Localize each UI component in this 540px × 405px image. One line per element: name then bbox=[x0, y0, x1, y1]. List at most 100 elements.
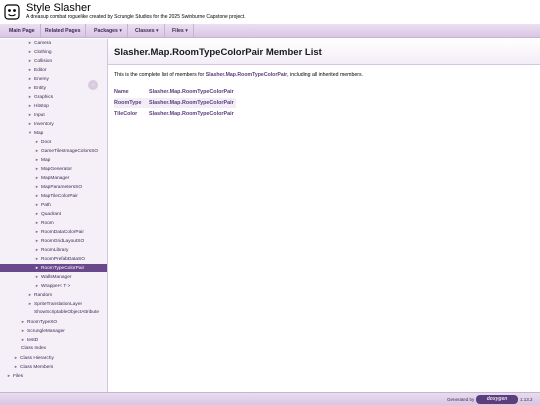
tree-item-label: RoomTypeColorPair bbox=[41, 266, 85, 271]
tree-item-clothing[interactable]: ► Clothing bbox=[0, 48, 107, 56]
tree-item-label: Entity bbox=[34, 86, 46, 91]
member-name-link[interactable]: RoomType bbox=[114, 98, 147, 108]
tree-item-class-index[interactable]: Class Index bbox=[0, 345, 107, 353]
tree-item-label: Class Hierarchy bbox=[20, 356, 54, 361]
tree-item-label: Input bbox=[34, 113, 45, 118]
tree-item-room[interactable]: ► Room bbox=[0, 219, 107, 227]
tree-item-label: Collision bbox=[34, 59, 53, 64]
tree-item-collision[interactable]: ► Collision bbox=[0, 57, 107, 65]
tree-item-graphics[interactable]: ► Graphics bbox=[0, 93, 107, 101]
main-nav: Main Page Related Pages Packages ▾ Class… bbox=[0, 24, 540, 38]
tree-item-label: Room bbox=[41, 221, 54, 226]
tree-item-label: Graphics bbox=[34, 95, 54, 100]
tree-item-label: Inventory bbox=[34, 122, 54, 127]
tree-item-inventory[interactable]: ► Inventory bbox=[0, 120, 107, 128]
nav-files[interactable]: Files ▾ bbox=[167, 24, 194, 38]
tree-item-game-tiles-image-colors-so[interactable]: ► GameTilesImageColorsSO bbox=[0, 147, 107, 155]
footer-generated-by: Generated by bbox=[447, 397, 475, 402]
tree-item-sprite-translation-layer[interactable]: ► SpriteTranslationLayer bbox=[0, 300, 107, 308]
tree-item-scrungle-manager[interactable]: ► ScrungleManager bbox=[0, 327, 107, 335]
tree-item-hitstop[interactable]: ► Hitstop bbox=[0, 102, 107, 110]
tree-item-map-generator[interactable]: ► MapGenerator bbox=[0, 165, 107, 173]
tree-item-wrapper[interactable]: ► Wrapper< T > bbox=[0, 282, 107, 290]
doxygen-page: Style Slasher A dreasup combat roguelike… bbox=[0, 0, 540, 405]
tree-item-label: Files bbox=[13, 374, 24, 379]
intro-suffix: , including all inherited members. bbox=[287, 72, 364, 78]
tree-item-label: Quadrant bbox=[41, 212, 62, 217]
intro-text: This is the complete list of members for… bbox=[114, 72, 363, 78]
member-class-link[interactable]: Slasher.Map.RoomTypeColorPair bbox=[147, 109, 236, 119]
member-class-link[interactable]: Slasher.Map.RoomTypeColorPair bbox=[147, 87, 236, 97]
footer-version: 1.13.2 bbox=[520, 397, 533, 402]
tree-item-files[interactable]: ► Files bbox=[0, 372, 107, 380]
member-name-link[interactable]: TileColor bbox=[114, 109, 147, 119]
tree-item-label: testD bbox=[27, 338, 39, 343]
nav-packages[interactable]: Packages ▾ bbox=[89, 24, 128, 38]
member-row: TileColor Slasher.Map.RoomTypeColorPair bbox=[114, 109, 236, 119]
title-area: Style Slasher A dreasup combat roguelike… bbox=[0, 0, 540, 24]
tree-item-room-type-so[interactable]: ► RoomTypeSO bbox=[0, 318, 107, 326]
tree-item-door[interactable]: ► Door bbox=[0, 138, 107, 146]
tree-item-room-prefab-data-so[interactable]: ► RoomPrefabDataSO bbox=[0, 255, 107, 263]
tree-item-label: Clothing bbox=[34, 50, 52, 55]
member-class-link[interactable]: Slasher.Map.RoomTypeColorPair bbox=[147, 98, 236, 108]
tree-item-map-parameters-so[interactable]: ► MapParametersSO bbox=[0, 183, 107, 191]
tree-item-class-members[interactable]: ► Class Members bbox=[0, 363, 107, 371]
tree-item-label: Door bbox=[41, 140, 52, 145]
tree-item-label: Wrapper< T > bbox=[41, 284, 71, 289]
member-row: Name Slasher.Map.RoomTypeColorPair bbox=[114, 87, 236, 97]
sync-toggle-icon[interactable]: ⇔ bbox=[88, 80, 98, 90]
tree-item-room-library[interactable]: ► RoomLibrary bbox=[0, 246, 107, 254]
intro-prefix: This is the complete list of members for bbox=[114, 72, 206, 78]
tree-item-camera[interactable]: ► Camera bbox=[0, 39, 107, 47]
tree-item-label: Editor bbox=[34, 68, 47, 73]
tree-item-label: MapGenerator bbox=[41, 167, 72, 172]
intro-class-link[interactable]: Slasher.Map.RoomTypeColorPair bbox=[206, 72, 287, 78]
tree-item-label: Random bbox=[34, 293, 53, 298]
tree-item-label: RoomPrefabDataSO bbox=[41, 257, 85, 262]
member-row: RoomType Slasher.Map.RoomTypeColorPair bbox=[114, 98, 236, 108]
tree-item-path[interactable]: ► Path bbox=[0, 201, 107, 209]
tree-item-map-folder[interactable]: ▼ Map bbox=[0, 129, 107, 137]
page-title: Slasher.Map.RoomTypeColorPair Member Lis… bbox=[114, 47, 322, 58]
tree-item-label: RoomGridLayoutSO bbox=[41, 239, 85, 244]
tree-item-room-data-color-pair[interactable]: ► RoomDataColorPair bbox=[0, 228, 107, 236]
tree-item-editor[interactable]: ► Editor bbox=[0, 66, 107, 74]
doxygen-logo[interactable]: doxygen bbox=[476, 395, 518, 404]
member-name-link[interactable]: Name bbox=[114, 87, 147, 97]
tree-item-label: WallsManager bbox=[41, 275, 72, 280]
tree-item-test-d[interactable]: ► testD bbox=[0, 336, 107, 344]
tree-item-label: Map bbox=[34, 131, 44, 136]
tree-item-map-manager[interactable]: ► MapManager bbox=[0, 174, 107, 182]
project-brief: A dreasup combat roguelike created by Sc… bbox=[26, 14, 246, 20]
tree-item-input[interactable]: ► Input bbox=[0, 111, 107, 119]
tree-item-map[interactable]: ► Map bbox=[0, 156, 107, 164]
tree-item-label: Camera bbox=[34, 41, 52, 46]
tree-item-class-hierarchy[interactable]: ► Class Hierarchy bbox=[0, 354, 107, 362]
project-logo-icon bbox=[4, 4, 20, 20]
tree-item-label: MapParametersSO bbox=[41, 185, 83, 190]
nav-related-pages[interactable]: Related Pages bbox=[40, 24, 87, 38]
tree-item-label: SpriteTranslationLayer bbox=[34, 302, 83, 307]
tree-item-label: RoomLibrary bbox=[41, 248, 69, 253]
tree-item-show-scriptable-object-attribute[interactable]: ShowScriptableObjectAttribute bbox=[0, 309, 107, 317]
tree-item-label: Class Members bbox=[20, 365, 54, 370]
tree-item-label: ShowScriptableObjectAttribute bbox=[34, 310, 100, 315]
nav-main-page[interactable]: Main Page bbox=[4, 24, 41, 38]
nav-tree: ► Camera ► Clothing ► Collision ► Editor ► En… bbox=[0, 39, 107, 392]
tree-item-label: GameTilesImageColorsSO bbox=[41, 149, 99, 154]
tree-item-label: ScrungleManager bbox=[27, 329, 65, 334]
tree-item-walls-manager[interactable]: ► WallsManager bbox=[0, 273, 107, 281]
tree-item-map-tile-color-pair[interactable]: ► MapTileColorPair bbox=[0, 192, 107, 200]
tree-item-room-type-color-pair-selected[interactable]: ► RoomTypeColorPair bbox=[0, 264, 107, 272]
project-name: Style Slasher bbox=[26, 2, 91, 14]
footer: Generated by doxygen 1.13.2 bbox=[0, 392, 540, 405]
tree-item-label: RoomTypeSO bbox=[27, 320, 58, 325]
tree-item-label: MapManager bbox=[41, 176, 70, 181]
tree-item-label: Class Index bbox=[21, 346, 47, 351]
nav-classes[interactable]: Classes ▾ bbox=[130, 24, 165, 38]
tree-item-random[interactable]: ► Random bbox=[0, 291, 107, 299]
tree-item-room-grid-layout-so[interactable]: ► RoomGridLayoutSO bbox=[0, 237, 107, 245]
tree-item-quadrant[interactable]: ► Quadrant bbox=[0, 210, 107, 218]
tree-item-label: Hitstop bbox=[34, 104, 49, 109]
